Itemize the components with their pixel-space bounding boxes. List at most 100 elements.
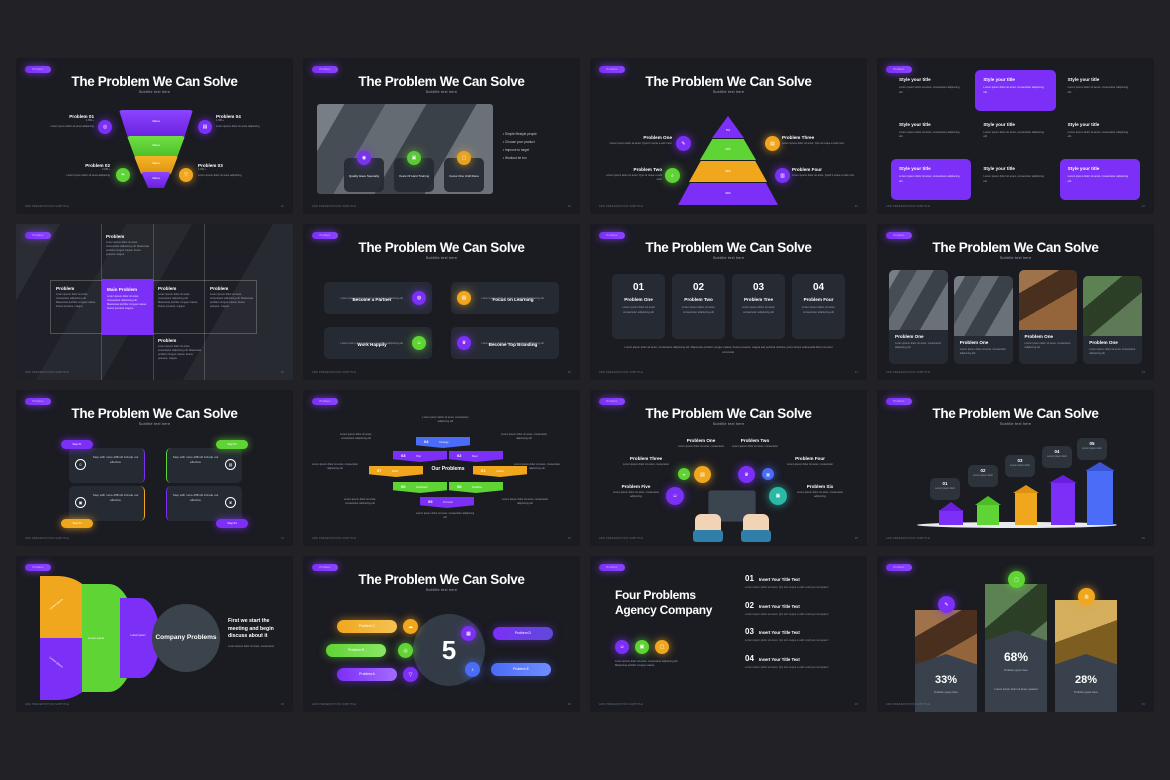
big-five-pill-c[interactable]: Problem C [337, 620, 397, 633]
monitor-icon: ▣ [75, 497, 86, 508]
slide-thumbnail-four-cards[interactable]: Problem The Problem We Can Solve Subtitl… [303, 224, 580, 380]
building-tooltip-5-num: 05 [1089, 441, 1095, 446]
slide-thumbnail-photo-bullets[interactable]: Problem The Problem We Can Solve Subtitl… [303, 58, 580, 214]
agency-list-item[interactable]: 02 Insert Your Title Text Lorem ipsum dolo… [745, 601, 845, 618]
problem-banner-6: 06 Feedback [393, 482, 447, 493]
problem-cell-bottom: Problem Lorem ipsum dolor sit amet, cons… [158, 338, 202, 362]
slide-thumbnail-photo-cards[interactable]: Problem The Problem We Can Solve Subtitl… [877, 224, 1154, 380]
building-4-roof [1049, 475, 1077, 483]
slide-thumbnail-our-problems[interactable]: Problem 04 Strategy 03 Plan 02 Meet 07 B… [303, 390, 580, 546]
agency-list-item[interactable]: 03 Insert Your Title Text Lorem ipsum dolo… [745, 627, 845, 644]
slide-thumbnail-percent[interactable]: Problem 33% Problem goes here 68% Proble… [877, 556, 1154, 712]
slide-thumbnail-numbered-cards[interactable]: Problem The Problem We Can Solve Subtitl… [590, 224, 867, 380]
big-five-pill-e[interactable]: Problem E [491, 663, 551, 676]
trophy-icon: ♛ [225, 497, 236, 508]
percent-panel-3: 28% Problem goes here [1055, 654, 1117, 712]
print-icon: ▤ [225, 459, 236, 470]
slide-thumbnail-tablet[interactable]: Problem The Problem We Can Solve Subtitl… [590, 390, 867, 546]
step-card-2[interactable]: ▤ Step with more difficult include out e… [166, 448, 242, 483]
building-tooltip-5-body: Lorem ipsum dolor [1082, 447, 1102, 450]
agency-list-title: Insert Your Title Text [758, 656, 800, 662]
slide-footer-right: 19 [567, 371, 571, 374]
slide-footer-right: 10 [280, 703, 284, 706]
our-problems-note-8: Lorem ipsum dolor sit amet, consectetur … [501, 498, 549, 506]
photo-card[interactable]: Problem One Lorem ipsum dolor sit amet, c… [1083, 276, 1142, 364]
photo-card[interactable]: Problem One Lorem ipsum dolor sit amet, c… [953, 276, 1013, 364]
bullet-item-3: • Improve to target [503, 148, 530, 152]
smile-icon: ☺ [615, 640, 629, 654]
photo-card[interactable]: Problem One Lorem ipsum dolor sit amet, c… [889, 270, 948, 364]
step-card-3[interactable]: ▣ Step with more difficult include out e… [69, 486, 145, 521]
slide-footer-left: ADD PRESENTATION SUBTITLE [599, 537, 644, 540]
style-cell[interactable]: Style your title Lorem ipsum dolor sit am… [1059, 159, 1140, 200]
style-cell[interactable]: Style your title Lorem ipsum dolor sit am… [975, 70, 1056, 111]
feature-card-1[interactable]: ◍ Become a Partner Lorem ipsum dolor sit… [324, 282, 432, 314]
slide-subtitle: Subtitle text here [425, 256, 458, 260]
pyramid-item-4-body: Lorem ipsum dolor sit amet. Quod it requ… [792, 174, 855, 177]
numbered-card[interactable]: 02 Problem Two Lorem ipsum dolor sit amet,… [672, 274, 725, 339]
agency-list-item[interactable]: 04 Insert Your Title Text Lorem ipsum dolo… [745, 654, 845, 671]
slide-badge: Problem [312, 66, 338, 73]
tablet-item-2: Problem Two Lorem ipsum dolor sit amet, … [730, 438, 780, 449]
style-cell-title: Style your title [983, 121, 1015, 127]
funnel-tier-1 [119, 110, 193, 138]
slide-thumbnail-agency[interactable]: Problem Four Problems Agency Company ☺ ▣… [590, 556, 867, 712]
rocket-icon: ▽ [179, 168, 193, 182]
slide-thumbnail-pyramid[interactable]: Problem The Problem We Can Solve Subtitl… [590, 58, 867, 214]
slide-thumbnail-funnel[interactable]: Problem The Problem We Can Solve Subtitl… [16, 58, 293, 214]
folder-icon: ▤ [694, 466, 711, 483]
funnel-tier-3 [134, 156, 178, 174]
photo-card-body: Lorem ipsum dolor sit amet, consectetur … [1024, 342, 1071, 350]
slide-thumbnail-steps[interactable]: Problem The Problem We Can Solve Subtitl… [16, 390, 293, 546]
tablet-item-4-body: Lorem ipsum dolor sit amet, consectetur [786, 463, 834, 466]
style-cell[interactable]: Style your title Lorem ipsum dolor sit am… [1060, 115, 1140, 156]
style-cell-body: Lorem ipsum dolor sit amet, consectetur … [1067, 130, 1129, 139]
photo-card-3-label: Focus One Until Done [449, 174, 479, 178]
pyramid-tier-2-label: 20% [725, 147, 731, 151]
style-cell[interactable]: Style your title Lorem ipsum dolor sit am… [891, 70, 971, 111]
style-cell[interactable]: Style your title Lorem ipsum dolor sit am… [891, 115, 971, 156]
numbered-card[interactable]: 03 Problem Tree Lorem ipsum dolor sit amet… [732, 274, 785, 339]
slide-thumbnail-buildings[interactable]: Problem The Problem We Can Solve Subtitl… [877, 390, 1154, 546]
our-problems-note-1: Lorem ipsum dolor sit amet, consectetur … [422, 416, 469, 424]
sleeve-right [741, 530, 771, 542]
step-card-4[interactable]: ♛ Step with more difficult include out e… [166, 486, 242, 521]
slide-thumbnail-big-five[interactable]: Problem The Problem We Can Solve Subtitl… [303, 556, 580, 712]
style-cell[interactable]: Style your title Lorem ipsum dolor sit am… [975, 115, 1055, 156]
big-five-pill-d[interactable]: Problem D [493, 627, 553, 640]
slide-thumbnail-style-grid[interactable]: Problem Style your title Lorem ipsum dolo… [877, 58, 1154, 214]
book-icon: ▤ [457, 291, 471, 305]
big-five-pill-a[interactable]: Problem A [337, 668, 397, 681]
agency-list-title: Insert Your Title Text [758, 603, 800, 609]
problem-cell-bottom-title: Problem [158, 338, 177, 343]
style-cell-body: Lorem ipsum dolor sit amet, consectetur … [899, 130, 960, 139]
company-circle: Company Problems [152, 604, 220, 672]
agency-list-item[interactable]: 01 Insert Your Title Text Lorem ipsum dolo… [745, 574, 845, 591]
style-cell[interactable]: Style your title Lorem ipsum dolor sit am… [891, 159, 972, 200]
slide-footer-left: ADD PRESENTATION SUBTITLE [312, 371, 357, 374]
numbered-card[interactable]: 04 Problem Four Lorem ipsum dolor sit amet… [792, 274, 845, 339]
style-cell-body: Lorem ipsum dolor sit amet, consectetur … [983, 130, 1044, 139]
slide-title: The Problem We Can Solve [932, 406, 1099, 421]
slide-badge: Problem [886, 564, 912, 571]
agency-list-body: Lorem ipsum dolor sit amet. Qui sint neq… [745, 665, 829, 669]
style-cell[interactable]: Style your title Lorem ipsum dolor sit am… [975, 159, 1055, 200]
grid-line-2 [153, 224, 154, 380]
feature-card-2[interactable]: ▤ Focus on Learning Lorem ipsum dolor si… [451, 282, 559, 314]
pencil-icon: ✎ [938, 596, 955, 613]
big-five-pill-b[interactable]: Problem B [326, 644, 386, 657]
building-tooltip-4: 04 Lorem ipsum dolor [1042, 446, 1072, 468]
slide-thumbnail-company-problems[interactable]: Problem Company Problems Lorem ipsum Lor… [16, 556, 293, 712]
feature-card-3[interactable]: ☺ Work Happily Lorem ipsum dolor sit ame… [324, 327, 432, 359]
step-card-1[interactable]: ☺ Step with more difficult include out e… [69, 448, 145, 483]
feature-card-3-body: Lorem ipsum dolor sit amet, consectetur … [340, 342, 404, 345]
photo-card[interactable]: Problem One Lorem ipsum dolor sit amet, c… [1018, 270, 1078, 364]
step-card-3-body: Step with more difficult include out eff… [92, 493, 139, 502]
slide-thumbnail-main-problem[interactable]: Problem Problem Lorem ipsum dolor sit am… [16, 224, 293, 380]
style-cell[interactable]: Style your title Lorem ipsum dolor sit am… [1060, 70, 1140, 111]
smile-icon: ☺ [75, 459, 86, 470]
feature-card-4[interactable]: ♛ Become Top Branding Lorem ipsum dolor … [451, 327, 559, 359]
slide-footer-left: ADD PRESENTATION SUBTITLE [312, 537, 357, 540]
slide-footer-right: 23 [1141, 371, 1145, 374]
numbered-card[interactable]: 01 Problem One Lorem ipsum dolor sit amet … [612, 274, 665, 339]
